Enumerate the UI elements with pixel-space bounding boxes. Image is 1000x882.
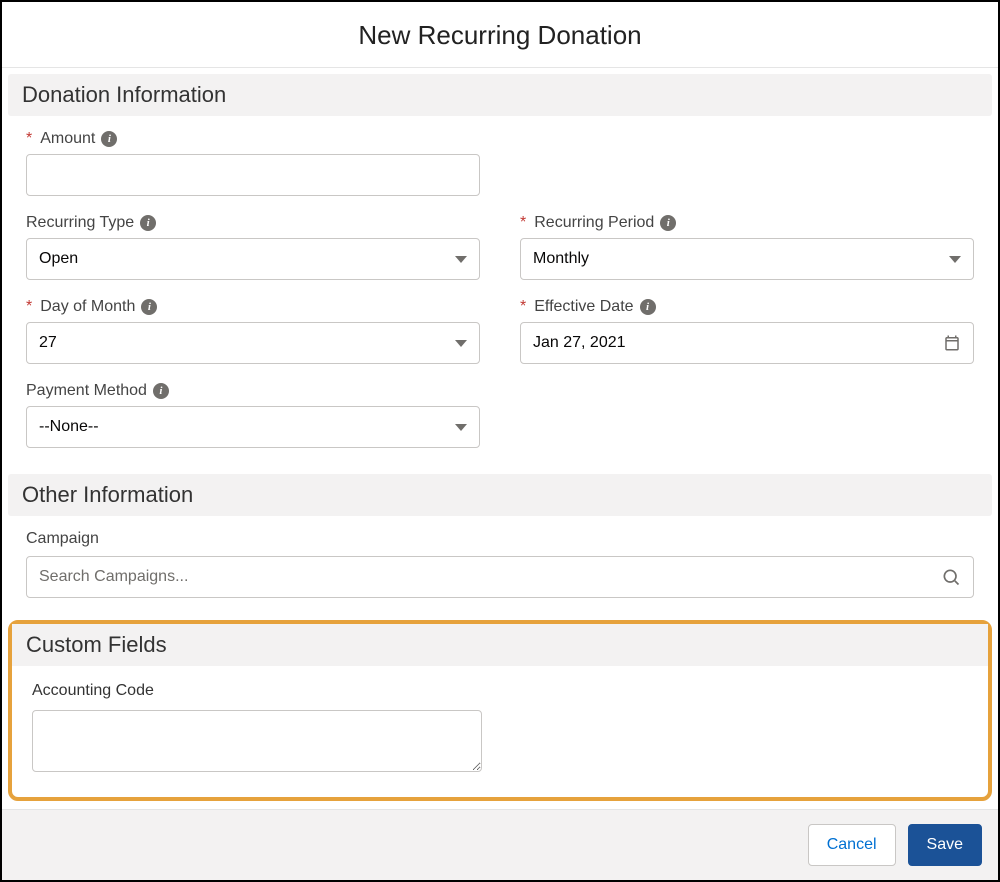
modal-footer: Cancel Save: [2, 809, 998, 880]
label-accounting-code: Accounting Code: [32, 682, 968, 700]
required-star: *: [520, 214, 526, 232]
label-recurring-period: * Recurring Period i: [520, 214, 974, 232]
section-header-donation: Donation Information: [8, 74, 992, 116]
recurring-type-select[interactable]: Open: [26, 238, 480, 280]
recurring-period-select[interactable]: Monthly: [520, 238, 974, 280]
other-info-body: Campaign Search Campaigns...: [2, 516, 998, 620]
label-payment-method: Payment Method i: [26, 382, 480, 400]
payment-method-select[interactable]: --None--: [26, 406, 480, 448]
accounting-code-textarea[interactable]: [32, 710, 482, 772]
required-star: *: [520, 298, 526, 316]
save-button[interactable]: Save: [908, 824, 982, 866]
chevron-down-icon: [455, 340, 467, 347]
field-effective-date: * Effective Date i Jan 27, 2021: [520, 298, 974, 364]
date-value: Jan 27, 2021: [533, 334, 626, 352]
amount-input[interactable]: [26, 154, 480, 196]
label-text: Amount: [40, 130, 95, 148]
label-text: Recurring Type: [26, 214, 134, 232]
field-day-of-month: * Day of Month i 27: [26, 298, 480, 364]
required-star: *: [26, 130, 32, 148]
chevron-down-icon: [455, 256, 467, 263]
field-payment-method: Payment Method i --None--: [26, 382, 480, 448]
spacer: [520, 382, 974, 448]
spacer: [520, 130, 974, 196]
campaign-search-input[interactable]: Search Campaigns...: [26, 556, 974, 598]
label-day-of-month: * Day of Month i: [26, 298, 480, 316]
calendar-icon: [943, 334, 961, 352]
select-value: Open: [39, 250, 78, 268]
chevron-down-icon: [949, 256, 961, 263]
label-recurring-type: Recurring Type i: [26, 214, 480, 232]
label-amount: * Amount i: [26, 130, 480, 148]
donation-form-grid: * Amount i Recurring Type i Open: [2, 116, 998, 468]
label-text: Payment Method: [26, 382, 147, 400]
info-icon[interactable]: i: [153, 383, 169, 399]
label-text: Day of Month: [40, 298, 135, 316]
info-icon[interactable]: i: [141, 299, 157, 315]
accounting-code-wrapper: [32, 710, 482, 777]
field-recurring-period: * Recurring Period i Monthly: [520, 214, 974, 280]
select-value: Monthly: [533, 250, 589, 268]
cancel-button[interactable]: Cancel: [808, 824, 896, 866]
info-icon[interactable]: i: [140, 215, 156, 231]
label-campaign: Campaign: [26, 530, 974, 548]
required-star: *: [26, 298, 32, 316]
info-icon[interactable]: i: [640, 299, 656, 315]
custom-fields-body: Accounting Code: [12, 666, 988, 777]
search-placeholder: Search Campaigns...: [39, 568, 188, 586]
label-text: Recurring Period: [534, 214, 654, 232]
custom-fields-highlight: Custom Fields Accounting Code: [8, 620, 992, 801]
effective-date-input[interactable]: Jan 27, 2021: [520, 322, 974, 364]
modal-new-recurring-donation: New Recurring Donation Donation Informat…: [0, 0, 1000, 882]
info-icon[interactable]: i: [101, 131, 117, 147]
label-effective-date: * Effective Date i: [520, 298, 974, 316]
label-text: Effective Date: [534, 298, 633, 316]
section-header-custom: Custom Fields: [12, 624, 988, 666]
info-icon[interactable]: i: [660, 215, 676, 231]
modal-title: New Recurring Donation: [2, 2, 998, 68]
chevron-down-icon: [455, 424, 467, 431]
select-value: --None--: [39, 418, 99, 436]
modal-body: Donation Information * Amount i Recurrin…: [2, 68, 998, 809]
field-amount: * Amount i: [26, 130, 480, 196]
search-icon: [941, 567, 961, 587]
day-of-month-select[interactable]: 27: [26, 322, 480, 364]
field-recurring-type: Recurring Type i Open: [26, 214, 480, 280]
section-header-other: Other Information: [8, 474, 992, 516]
select-value: 27: [39, 334, 57, 352]
